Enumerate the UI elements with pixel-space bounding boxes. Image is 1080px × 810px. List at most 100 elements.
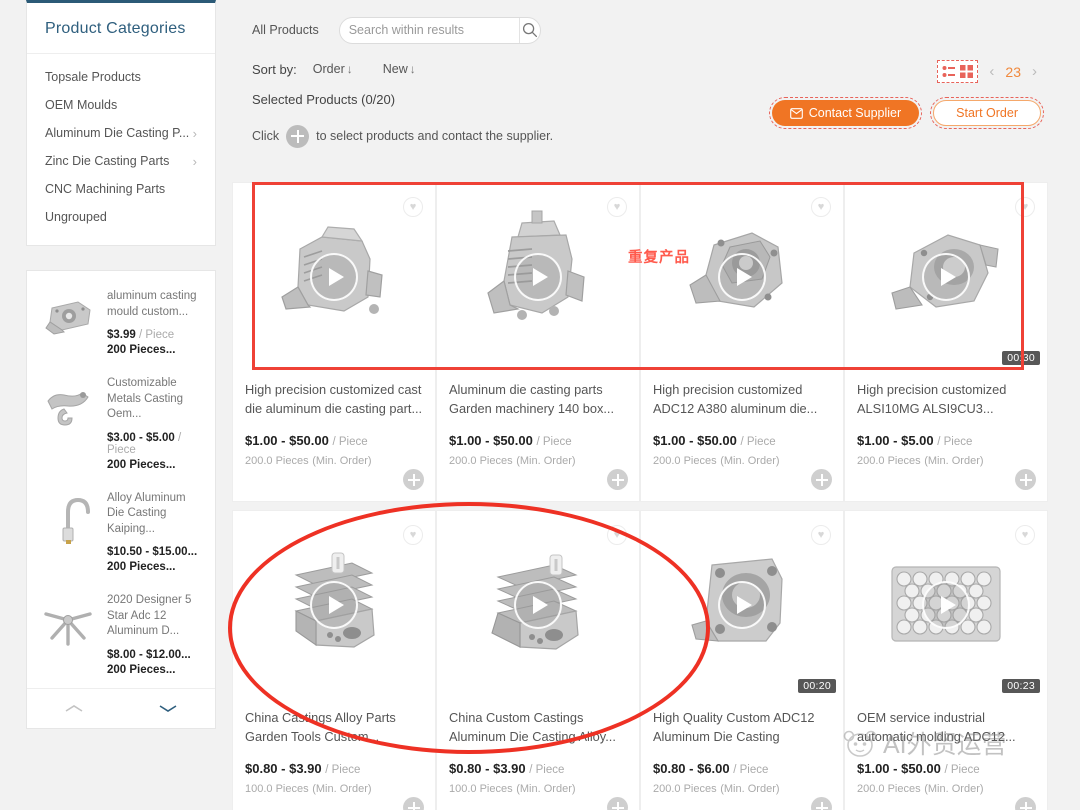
product-price: $1.00 - $50.00 / Piece xyxy=(857,761,1035,776)
add-product-button[interactable] xyxy=(1015,797,1036,810)
add-product-button[interactable] xyxy=(607,469,628,490)
product-title[interactable]: China Castings Alloy Parts Garden Tools … xyxy=(245,709,423,747)
moq-value: 200.0 Pieces xyxy=(653,455,717,467)
play-button-icon[interactable] xyxy=(310,581,358,629)
search-input[interactable] xyxy=(339,17,519,43)
product-title[interactable]: High Quality Custom ADC12 Aluminum Die C… xyxy=(653,709,831,747)
video-duration-badge: 00:20 xyxy=(798,679,836,693)
product-card[interactable]: ♥ 00:23 OEM service industrial automatic… xyxy=(844,510,1048,810)
price-unit: / Piece xyxy=(332,436,368,448)
product-info: Aluminum die casting parts Garden machin… xyxy=(437,371,639,467)
sidebar-item-cnc-machining-parts[interactable]: CNC Machining Parts xyxy=(27,175,215,203)
sidebar-list-nav xyxy=(27,687,215,728)
product-card[interactable]: ♥ 00:30 High precision customized ALSI10… xyxy=(844,182,1048,502)
product-info: High precision customized cast die alumi… xyxy=(233,371,435,467)
list-item[interactable]: 2020 Designer 5 Star Adc 12 Aluminum D..… xyxy=(27,583,215,686)
product-price: $3.00 - $5.00 / Piece xyxy=(107,432,205,456)
price-unit: / Piece xyxy=(733,764,769,776)
favorite-icon[interactable]: ♥ xyxy=(1015,197,1035,217)
sort-option-new[interactable]: New ↓ xyxy=(383,62,416,76)
add-product-button[interactable] xyxy=(403,469,424,490)
search-icon[interactable] xyxy=(518,17,540,43)
price-value: $0.80 - $6.00 xyxy=(653,761,730,776)
favorite-icon[interactable]: ♥ xyxy=(403,525,423,545)
product-image[interactable]: ♥ 00:20 xyxy=(641,511,843,699)
category-label: Zinc Die Casting Parts xyxy=(45,154,170,168)
list-item[interactable]: Customizable Metals Casting Oem... $3.00… xyxy=(27,366,215,481)
product-name: aluminum casting mould custom... xyxy=(107,290,197,318)
add-product-button[interactable] xyxy=(403,797,424,810)
favorite-icon[interactable]: ♥ xyxy=(403,197,423,217)
prev-page-button[interactable]: ‹ xyxy=(986,63,997,80)
pagination: ‹ 23 › xyxy=(937,60,1040,83)
add-product-button[interactable] xyxy=(811,469,832,490)
favorite-icon[interactable]: ♥ xyxy=(607,525,627,545)
moq-note: (Min. Order) xyxy=(516,455,576,467)
sidebar-recommended-products-card: aluminum casting mould custom... $3.99 /… xyxy=(26,270,216,729)
product-title[interactable]: High precision customized ADC12 A380 alu… xyxy=(653,381,831,419)
price-value: $1.00 - $50.00 xyxy=(245,433,329,448)
product-card[interactable]: ♥ China Castings Alloy Parts Garden Tool… xyxy=(232,510,436,810)
list-item[interactable]: aluminum casting mould custom... $3.99 /… xyxy=(27,279,215,366)
video-duration-badge: 00:23 xyxy=(1002,679,1040,693)
product-moq: 200.0 Pieces (Min. Order) xyxy=(449,452,627,467)
play-button-icon[interactable] xyxy=(718,581,766,629)
list-view-icon[interactable] xyxy=(941,64,956,79)
favorite-icon[interactable]: ♥ xyxy=(811,525,831,545)
play-button-icon[interactable] xyxy=(310,253,358,301)
product-card[interactable]: ♥ Aluminum die casting parts Garden mach… xyxy=(436,182,640,502)
product-image[interactable]: ♥ xyxy=(437,511,639,699)
add-product-button[interactable] xyxy=(1015,469,1036,490)
next-page-button[interactable]: › xyxy=(1029,63,1040,80)
play-button-icon[interactable] xyxy=(718,253,766,301)
sidebar-item-zinc-die-casting-parts[interactable]: Zinc Die Casting Parts › xyxy=(27,147,215,175)
product-image[interactable]: ♥ xyxy=(437,183,639,371)
product-card[interactable]: ♥ High precision customized ADC12 A380 a… xyxy=(640,182,844,502)
moq-value: 200.0 Pieces xyxy=(857,455,921,467)
view-toggle-group xyxy=(937,60,979,83)
favorite-icon[interactable]: ♥ xyxy=(811,197,831,217)
hint-suffix: to select products and contact the suppl… xyxy=(316,129,554,143)
product-image[interactable]: ♥ xyxy=(233,511,435,699)
price-value: $0.80 - $3.90 xyxy=(245,761,322,776)
product-title[interactable]: China Custom Castings Aluminum Die Casti… xyxy=(449,709,627,747)
grid-view-icon[interactable] xyxy=(959,64,974,79)
product-moq: 200.0 Pieces (Min. Order) xyxy=(653,780,831,795)
product-title[interactable]: High precision customized ALSI10MG ALSI9… xyxy=(857,381,1035,419)
sidebar-item-ungrouped[interactable]: Ungrouped xyxy=(27,203,215,231)
product-title[interactable]: OEM service industrial automatic molding… xyxy=(857,709,1035,747)
product-moq: 200.0 Pieces (Min. Order) xyxy=(857,780,1035,795)
product-card[interactable]: ♥ 00:20 High Quality Custom ADC12 Alumin… xyxy=(640,510,844,810)
sidebar-item-topsale-products[interactable]: Topsale Products xyxy=(27,63,215,91)
prev-page-icon[interactable] xyxy=(27,689,121,728)
category-list: Topsale Products OEM Moulds Aluminum Die… xyxy=(27,54,215,245)
product-image[interactable]: ♥ xyxy=(641,183,843,371)
product-card[interactable]: ♥ High precision customized cast die alu… xyxy=(232,182,436,502)
favorite-icon[interactable]: ♥ xyxy=(607,197,627,217)
all-products-link[interactable]: All Products xyxy=(252,23,319,37)
add-product-button[interactable] xyxy=(811,797,832,810)
play-button-icon[interactable] xyxy=(514,253,562,301)
sidebar-item-oem-moulds[interactable]: OEM Moulds xyxy=(27,91,215,119)
play-button-icon[interactable] xyxy=(514,581,562,629)
start-order-button[interactable]: Start Order xyxy=(933,100,1041,126)
play-button-icon[interactable] xyxy=(922,253,970,301)
next-page-icon[interactable] xyxy=(121,689,215,728)
play-button-icon[interactable] xyxy=(922,581,970,629)
product-title[interactable]: Aluminum die casting parts Garden machin… xyxy=(449,381,627,419)
add-product-button[interactable] xyxy=(607,797,628,810)
arrow-down-icon: ↓ xyxy=(409,62,416,76)
moq-note: (Min. Order) xyxy=(516,783,576,795)
sort-option-order[interactable]: Order ↓ xyxy=(313,62,353,76)
contact-supplier-button[interactable]: Contact Supplier xyxy=(771,100,920,126)
product-image[interactable]: ♥ 00:23 xyxy=(845,511,1047,699)
list-item[interactable]: Alloy Aluminum Die Casting Kaiping... $1… xyxy=(27,481,215,584)
product-title[interactable]: High precision customized cast die alumi… xyxy=(245,381,423,419)
product-card[interactable]: ♥ China Custom Castings Aluminum Die Cas… xyxy=(436,510,640,810)
page-root: Product Categories Topsale Products OEM … xyxy=(0,0,1080,810)
product-image[interactable]: ♥ 00:30 xyxy=(845,183,1047,371)
product-image[interactable]: ♥ xyxy=(233,183,435,371)
list-item-info: aluminum casting mould custom... $3.99 /… xyxy=(107,287,205,356)
favorite-icon[interactable]: ♥ xyxy=(1015,525,1035,545)
sidebar-item-aluminum-die-casting[interactable]: Aluminum Die Casting P... › xyxy=(27,119,215,147)
